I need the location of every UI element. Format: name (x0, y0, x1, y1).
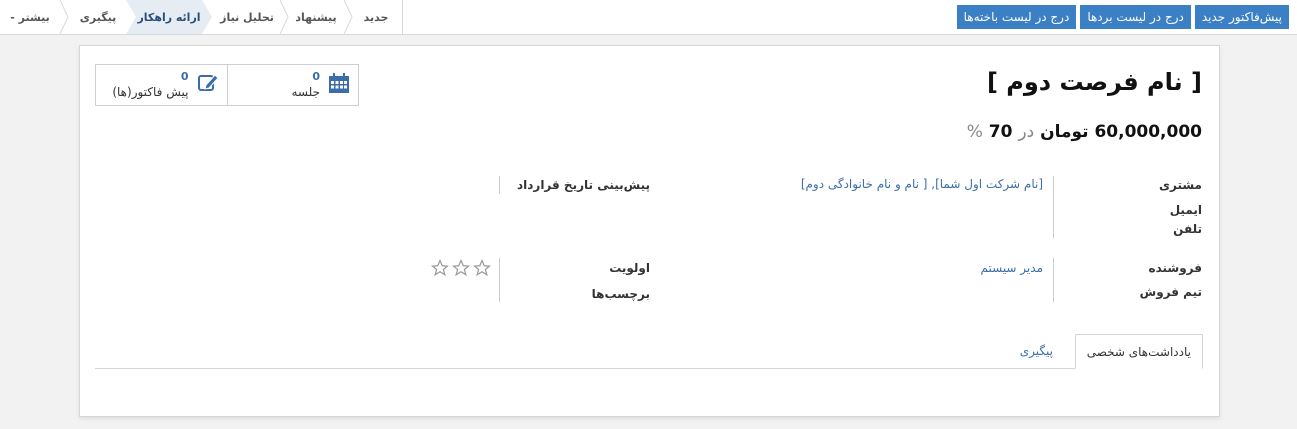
customer-field[interactable]: [نام شرکت اول شما], [ نام و نام خانوادگی… (801, 177, 1043, 191)
expected-revenue[interactable]: 60,000,000 (1094, 122, 1202, 142)
mark-won-button[interactable]: درج در لیست بردها (1080, 5, 1191, 29)
smart-buttons: 0 پیش فاکتور(ها) 0 جلسه (95, 64, 359, 106)
probability[interactable]: 70 (989, 122, 1013, 142)
stage-followup[interactable]: پیگیری (68, 0, 128, 34)
stage-solution[interactable]: ارائه راهکار (136, 0, 202, 34)
stage-more[interactable]: بیشتر - (0, 0, 60, 34)
field-separator (1053, 258, 1054, 302)
expected-revenue-line: 60,000,000 تومان در 70 % (967, 122, 1202, 142)
salesperson-field[interactable]: مدیر سیستم (981, 261, 1044, 275)
calendar-icon (328, 72, 350, 97)
tags-label: برچسب‌ها (591, 287, 650, 301)
quotations-smart-button[interactable]: 0 پیش فاکتور(ها) (96, 65, 227, 105)
salesperson-label: فروشنده (1148, 261, 1203, 275)
tab-internal-notes[interactable]: یادداشت‌های شخصی (1074, 334, 1203, 369)
meetings-count: 0 (312, 70, 320, 83)
percent-sign: % (966, 122, 983, 142)
control-panel: بیشتر - پیگیری ارائه راهکار تحلیل نیاز پ… (0, 0, 1297, 35)
stage-new[interactable]: جدید (352, 0, 400, 34)
star-icon[interactable] (452, 259, 470, 277)
customer-label: مشتری (1158, 178, 1202, 192)
star-icon[interactable] (431, 259, 449, 277)
action-buttons: پیش‌فاکتور جدید درج در لیست بردها درج در… (956, 5, 1289, 29)
sales-team-label: تیم فروش (1139, 285, 1202, 299)
priority-stars (431, 259, 491, 277)
meetings-label: جلسه (291, 85, 320, 99)
quotations-label: پیش فاکتور(ها) (112, 85, 189, 99)
quotations-count: 0 (180, 70, 189, 83)
new-quotation-button[interactable]: پیش‌فاکتور جدید (1194, 5, 1289, 29)
stage-pipeline: بیشتر - پیگیری ارائه راهکار تحلیل نیاز پ… (0, 0, 403, 34)
form-sheet: 0 پیش فاکتور(ها) 0 جلسه [ نام فرصت دوم ] (79, 45, 1220, 417)
notebook-tabs: یادداشت‌های شخصی پیگیری (95, 334, 1203, 369)
field-separator (1053, 176, 1054, 238)
mark-lost-button[interactable]: درج در لیست باخته‌ها (956, 5, 1077, 29)
stage-proposal[interactable]: پیشنهاد (288, 0, 344, 34)
at-label: در (1018, 122, 1035, 142)
phone-label: تلفن (1173, 222, 1202, 236)
currency: تومان (1040, 122, 1089, 142)
priority-label: اولویت (609, 261, 650, 275)
email-label: ایمیل (1169, 203, 1202, 217)
meetings-smart-button[interactable]: 0 جلسه (226, 65, 359, 105)
deadline-label: پیش‌بینی تاریخ قرارداد (516, 178, 650, 192)
tab-followup[interactable]: پیگیری (1020, 334, 1053, 367)
stage-analysis[interactable]: تحلیل نیاز (214, 0, 280, 34)
field-separator (499, 176, 500, 194)
field-separator (499, 258, 500, 302)
opportunity-title[interactable]: [ نام فرصت دوم ] (987, 68, 1202, 96)
star-icon[interactable] (473, 259, 491, 277)
edit-icon (197, 72, 219, 97)
